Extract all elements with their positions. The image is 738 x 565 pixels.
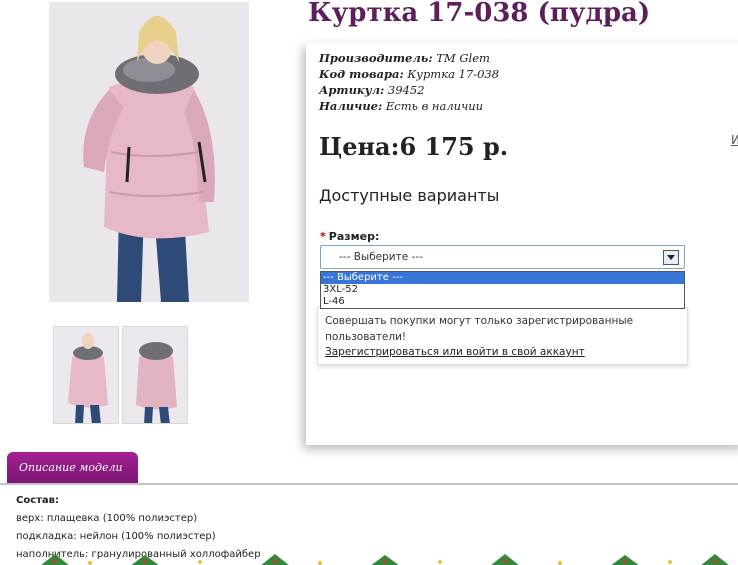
description-heading: Состав:: [16, 495, 60, 506]
meta-value: 39452: [387, 83, 425, 97]
thumbnail-front-illustration: [54, 327, 118, 423]
meta-label: Наличие:: [319, 99, 383, 113]
meta-value: Есть в наличии: [385, 99, 484, 113]
register-login-link[interactable]: Зарегистрироваться или войти в свой акка…: [325, 346, 585, 358]
thumbnail-back-illustration: [123, 327, 187, 423]
size-select[interactable]: --- Выберите ---: [320, 245, 685, 269]
meta-value: TM Glem: [436, 51, 490, 65]
meta-code: Код товара: Куртка 17-038: [319, 66, 499, 82]
garland-icon: [41, 554, 729, 565]
tab-description-label: Описание модели: [19, 461, 123, 474]
variants-heading: Доступные варианты: [319, 186, 500, 205]
description-line: верх: плащевка (100% полиэстер): [16, 513, 198, 524]
chevron-down-icon[interactable]: [663, 250, 679, 265]
meta-manufacturer: Производитель: TM Glem: [319, 50, 499, 66]
required-mark: *: [320, 230, 326, 243]
side-link[interactable]: И: [731, 133, 738, 147]
meta-article: Артикул: 39452: [319, 82, 499, 98]
notice-message: Совершать покупки могут только зарегистр…: [325, 315, 634, 343]
meta-label: Артикул:: [319, 83, 385, 97]
size-label: * Размер:: [320, 230, 379, 243]
product-thumbnail[interactable]: [53, 326, 119, 424]
product-info-panel: Производитель: TM Glem Код товара: Куртк…: [306, 43, 738, 445]
size-option[interactable]: L-46: [321, 296, 684, 308]
size-option[interactable]: 3XL-52: [321, 284, 684, 296]
size-dropdown-list[interactable]: --- Выберите --- 3XL-52 L-46: [320, 271, 685, 309]
product-title: Куртка 17-038 (пудра): [308, 0, 651, 28]
product-photo-illustration: [49, 2, 249, 302]
size-label-text: Размер:: [328, 230, 380, 243]
login-required-notice: Совершать покупки могут только зарегистр…: [317, 307, 688, 365]
tab-description[interactable]: Описание модели: [7, 452, 138, 484]
product-main-photo[interactable]: [49, 2, 249, 302]
product-price: Цена:6 175 р.: [319, 132, 509, 161]
product-thumbnail[interactable]: [122, 326, 188, 424]
size-option[interactable]: --- Выберите ---: [321, 272, 684, 284]
garland-decoration: [0, 551, 738, 565]
description-line: подкладка: нейлон (100% полиэстер): [16, 531, 216, 542]
meta-stock: Наличие: Есть в наличии: [319, 98, 499, 114]
size-select-value: --- Выберите ---: [339, 251, 423, 263]
meta-value: Куртка 17-038: [407, 67, 500, 81]
meta-label: Производитель:: [319, 51, 433, 65]
product-meta: Производитель: TM Glem Код товара: Куртк…: [319, 50, 499, 114]
meta-label: Код товара:: [319, 67, 404, 81]
